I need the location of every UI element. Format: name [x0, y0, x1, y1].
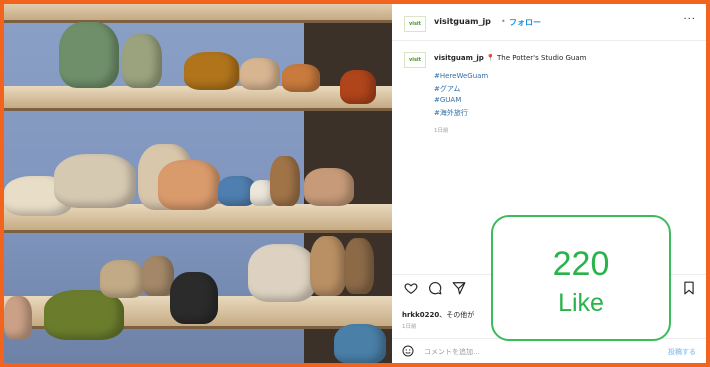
caption-time: 1日前	[434, 128, 449, 134]
post-date: 1日前	[402, 324, 417, 330]
liked-by-suffix: 、その他が	[439, 311, 475, 319]
pottery	[59, 22, 119, 88]
like-count: 220	[552, 245, 610, 283]
bookmark-icon[interactable]	[682, 281, 696, 295]
more-options-icon[interactable]: ···	[683, 14, 696, 25]
comment-icon[interactable]	[428, 281, 442, 295]
liked-by-text: hrkk0220、その他が	[402, 310, 474, 320]
pottery	[158, 160, 220, 210]
caption-username[interactable]: visitguam_jp	[434, 54, 484, 62]
pottery	[340, 70, 376, 104]
caption-row: visitguam_jp 📍 The Potter's Studio Guam	[434, 54, 586, 62]
post-header: visit visitguam_jp • フォロー ···	[392, 4, 706, 41]
hashtag-link[interactable]: #海外旅行	[434, 108, 468, 118]
hashtag-link[interactable]: #GUAM	[434, 96, 461, 104]
pottery	[282, 64, 320, 92]
follow-button[interactable]: フォロー	[509, 17, 541, 28]
pottery	[304, 168, 354, 206]
post-photo[interactable]	[4, 4, 392, 363]
location-pin-icon: 📍	[486, 54, 495, 62]
hashtag-link[interactable]: #グアム	[434, 84, 460, 94]
pottery	[248, 244, 316, 302]
pottery	[184, 52, 239, 90]
liker-username[interactable]: hrkk0220	[402, 311, 439, 319]
hashtag-link[interactable]: #HereWeGuam	[434, 72, 488, 80]
share-icon[interactable]	[452, 281, 466, 295]
comment-bar: コメントを追加... 投稿する	[392, 338, 706, 363]
pottery	[122, 34, 162, 88]
screenshot-frame: visit visitguam_jp • フォロー ··· visit visi…	[4, 4, 706, 363]
avatar[interactable]: visit	[404, 16, 426, 32]
pottery	[54, 154, 136, 208]
like-label: Like	[558, 289, 604, 317]
pottery	[344, 238, 374, 294]
header-username[interactable]: visitguam_jp	[434, 17, 491, 26]
pottery	[4, 296, 32, 340]
header-separator: •	[501, 17, 506, 26]
shelf	[4, 4, 392, 23]
post-comment-button[interactable]: 投稿する	[668, 347, 696, 357]
pottery	[334, 324, 386, 363]
caption-avatar[interactable]: visit	[404, 52, 426, 68]
pottery	[100, 260, 145, 298]
pottery	[240, 58, 280, 90]
like-count-badge: 220 Like	[491, 215, 671, 341]
caption-location: The Potter's Studio Guam	[496, 54, 587, 62]
pottery	[170, 272, 218, 324]
pottery	[310, 236, 346, 296]
heart-icon[interactable]	[404, 281, 418, 295]
pottery	[270, 156, 300, 206]
comment-input[interactable]: コメントを追加...	[424, 347, 480, 357]
emoji-icon[interactable]	[402, 345, 414, 357]
